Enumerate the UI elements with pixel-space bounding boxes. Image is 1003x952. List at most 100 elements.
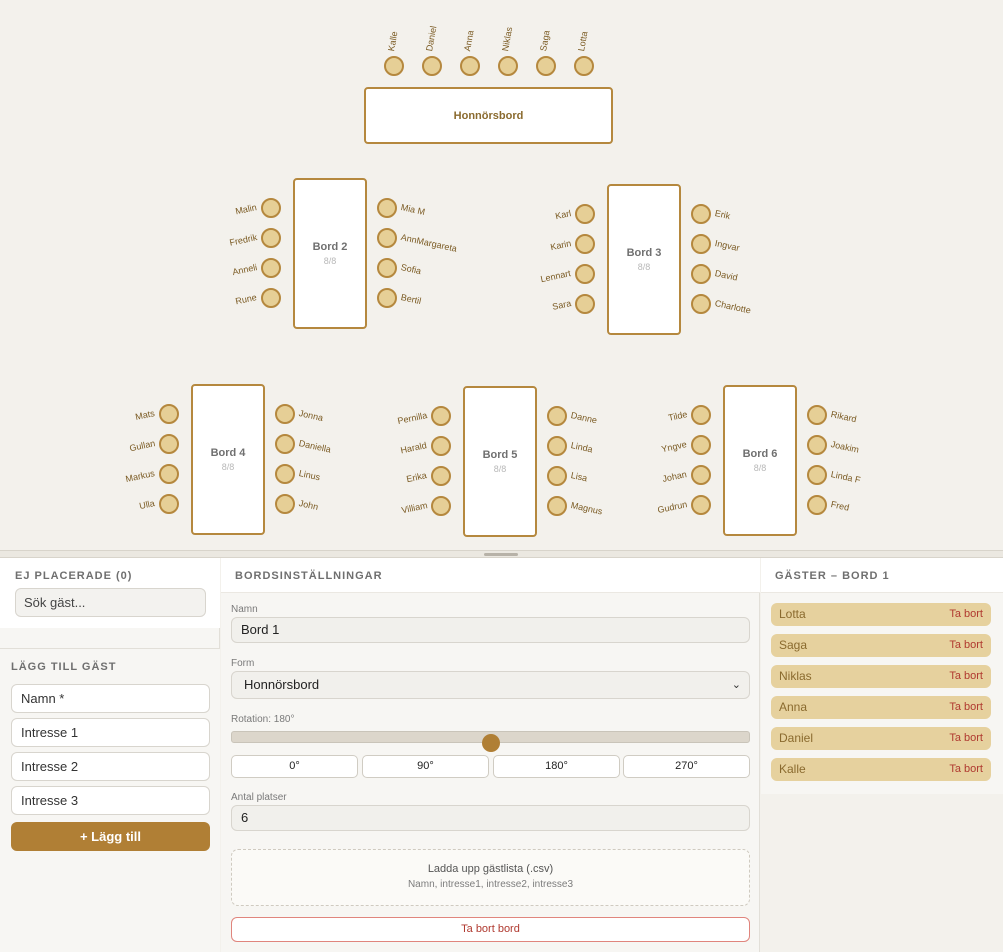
- rotate-180-button[interactable]: 180°: [493, 755, 620, 778]
- rotate-90-button[interactable]: 90°: [362, 755, 489, 778]
- seat[interactable]: [691, 204, 711, 224]
- add-guest-button[interactable]: + Lägg till: [11, 822, 210, 851]
- seat[interactable]: [807, 405, 827, 425]
- seat[interactable]: [691, 435, 711, 455]
- seat[interactable]: [691, 264, 711, 284]
- delete-table-button[interactable]: Ta bort bord: [231, 917, 750, 942]
- remove-guest-button[interactable]: Ta bort: [949, 665, 983, 688]
- guest-name: Kalle: [779, 762, 806, 776]
- seat[interactable]: [431, 496, 451, 516]
- seat[interactable]: [431, 466, 451, 486]
- interest3-field[interactable]: Intresse 3: [11, 786, 210, 815]
- seat-label: Harald: [400, 440, 429, 456]
- panel-resize-handle[interactable]: [0, 550, 1003, 558]
- interest2-field[interactable]: Intresse 2: [11, 752, 210, 781]
- seats-field[interactable]: 6: [231, 805, 750, 831]
- seat[interactable]: [498, 56, 518, 76]
- seat[interactable]: [575, 204, 595, 224]
- seat[interactable]: [547, 406, 567, 426]
- seat[interactable]: [431, 406, 451, 426]
- seat[interactable]: [691, 234, 711, 254]
- seat[interactable]: [377, 198, 397, 218]
- table-name-field[interactable]: Bord 1: [231, 617, 750, 643]
- rotate-270-button[interactable]: 270°: [623, 755, 750, 778]
- table[interactable]: Bord 3 8/8: [607, 184, 681, 335]
- seat[interactable]: [536, 56, 556, 76]
- grip-icon[interactable]: [484, 553, 518, 556]
- seat-label: Mats: [134, 408, 157, 422]
- seat[interactable]: [275, 404, 295, 424]
- table-seat-count: 8/8: [493, 464, 507, 474]
- seat-label: Ulla: [138, 498, 157, 512]
- seat[interactable]: [159, 434, 179, 454]
- seat-label: Lotta: [576, 30, 590, 52]
- seat[interactable]: [547, 466, 567, 486]
- seat[interactable]: [261, 288, 281, 308]
- remove-guest-button[interactable]: Ta bort: [949, 634, 983, 657]
- remove-guest-button[interactable]: Ta bort: [949, 758, 983, 781]
- interest1-field[interactable]: Intresse 1: [11, 718, 210, 747]
- seat[interactable]: [575, 294, 595, 314]
- seat[interactable]: [691, 294, 711, 314]
- seat[interactable]: [691, 495, 711, 515]
- rotate-0-button[interactable]: 0°: [231, 755, 358, 778]
- seat[interactable]: [159, 404, 179, 424]
- seat[interactable]: [377, 288, 397, 308]
- upload-title: Ladda upp gästlista (.csv): [427, 863, 554, 875]
- seat[interactable]: [574, 56, 594, 76]
- remove-guest-button[interactable]: Ta bort: [949, 696, 983, 719]
- seat[interactable]: [575, 264, 595, 284]
- seat[interactable]: [377, 228, 397, 248]
- seat[interactable]: [159, 464, 179, 484]
- seat[interactable]: [547, 496, 567, 516]
- seat[interactable]: [275, 434, 295, 454]
- rotation-slider-thumb[interactable]: [481, 734, 500, 752]
- guests-panel: GÄSTER – BORD 1 Lotta Ta bort Saga Ta bort N…: [761, 558, 1003, 794]
- table[interactable]: Bord 2 8/8: [293, 178, 367, 329]
- search-input[interactable]: Sök gäst...: [15, 588, 206, 617]
- seat[interactable]: [261, 228, 281, 248]
- seat[interactable]: [377, 258, 397, 278]
- seat[interactable]: [460, 56, 480, 76]
- csv-upload-dropzone[interactable]: Ladda upp gästlista (.csv) Namn, intress…: [231, 849, 750, 906]
- seat[interactable]: [159, 494, 179, 514]
- remove-guest-button[interactable]: Ta bort: [949, 603, 983, 626]
- remove-guest-button[interactable]: Ta bort: [949, 727, 983, 750]
- seat[interactable]: [807, 435, 827, 455]
- seat-label: Niklas: [500, 26, 515, 52]
- honor-table[interactable]: Honnörsbord: [364, 87, 613, 144]
- seat[interactable]: [547, 436, 567, 456]
- table[interactable]: Bord 4 8/8: [191, 384, 265, 535]
- seat[interactable]: [422, 56, 442, 76]
- unplaced-section: EJ PLACERADE (0) Sök gäst...: [0, 558, 220, 628]
- seat-label: Mia M: [399, 202, 427, 217]
- seat-label: Linda: [569, 440, 594, 455]
- seat[interactable]: [261, 258, 281, 278]
- seating-canvas[interactable]: Honnörsbord Kalle Daniel Anna Niklas Saga Lot…: [0, 0, 1003, 550]
- seat[interactable]: [431, 436, 451, 456]
- seat-label: Tilde: [667, 409, 689, 423]
- seat-label: Daniel: [424, 25, 439, 52]
- seat[interactable]: [275, 464, 295, 484]
- table[interactable]: Bord 5 8/8: [463, 386, 537, 537]
- seat[interactable]: [384, 56, 404, 76]
- table[interactable]: Bord 6 8/8: [723, 385, 797, 536]
- table-seat-count: 8/8: [323, 256, 337, 266]
- seat[interactable]: [691, 465, 711, 485]
- form-select[interactable]: Honnörsbord ⌄: [231, 671, 750, 699]
- seat-label: Joakim: [829, 439, 860, 455]
- guest-chip: Kalle Ta bort: [771, 758, 991, 781]
- guest-chip: Niklas Ta bort: [771, 665, 991, 688]
- seat-label: Kalle: [386, 30, 400, 52]
- seat-label: Linus: [297, 468, 322, 483]
- seat-label: Jonna: [297, 408, 325, 423]
- guest-name-field[interactable]: Namn *: [11, 684, 210, 713]
- seat[interactable]: [807, 495, 827, 515]
- seat[interactable]: [275, 494, 295, 514]
- seat[interactable]: [807, 465, 827, 485]
- seat[interactable]: [261, 198, 281, 218]
- seat-label: Daniella: [297, 438, 332, 455]
- seat-label: Anneli: [231, 262, 259, 278]
- seat[interactable]: [575, 234, 595, 254]
- seat[interactable]: [691, 405, 711, 425]
